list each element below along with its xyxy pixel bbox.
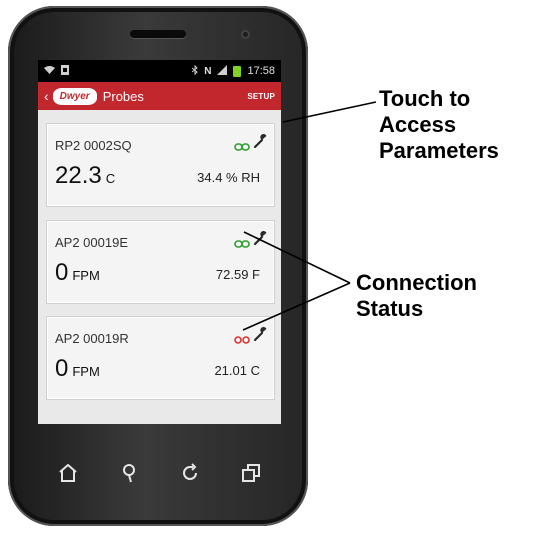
primary-unit: FPM [72, 268, 100, 283]
probe-id: AP2 00019R [55, 331, 129, 346]
primary-unit: FPM [72, 364, 100, 379]
wrench-icon[interactable] [253, 326, 268, 346]
primary-value: 0 [55, 259, 69, 286]
primary-value: 0 [55, 355, 69, 382]
phone-frame: N 17:58 ‹ Dwyer Probes SETUP RP2 0002SQ … [8, 6, 308, 526]
recent-apps-icon[interactable] [236, 458, 266, 488]
wrench-icon[interactable] [253, 230, 268, 250]
wrench-icon[interactable] [253, 133, 268, 153]
search-icon[interactable] [114, 458, 144, 488]
probe-primary-reading: 0 FPM [55, 355, 100, 383]
page-title: Probes [102, 88, 144, 104]
probe-id: RP2 0002SQ [55, 138, 132, 153]
probe-secondary-reading: 34.4 % RH [197, 170, 260, 185]
sim-icon [61, 64, 69, 78]
probe-secondary-reading: 72.59 F [215, 267, 260, 282]
link-icon [234, 138, 250, 156]
status-time: 17:58 [247, 65, 275, 77]
callout-line-3: Parameters [379, 138, 499, 163]
navigation-bar [38, 451, 281, 495]
callout-line-2: Access [379, 112, 457, 137]
wifi-icon [44, 65, 55, 77]
primary-value: 22.3 [55, 162, 102, 189]
broken-link-icon [234, 331, 250, 349]
signal-icon [217, 64, 228, 78]
nfc-icon: N [204, 65, 212, 77]
probe-card-3[interactable]: AP2 00019R 0 FPM 21.01 C [46, 316, 275, 400]
probe-card-1[interactable]: RP2 0002SQ 22.3 C 34.4 % RH [46, 123, 275, 207]
callout-touch-parameters: Touch to Access Parameters [379, 86, 499, 164]
front-camera [241, 30, 250, 39]
home-icon[interactable] [53, 458, 83, 488]
callout-line-1: Connection [356, 270, 477, 295]
callout-line-1: Touch to [379, 86, 471, 111]
primary-unit: C [105, 171, 116, 186]
status-bar: N 17:58 [38, 60, 281, 82]
callout-connection-status: Connection Status [356, 270, 477, 322]
link-icon [234, 235, 250, 253]
setup-button[interactable]: SETUP [247, 92, 275, 101]
brand-logo: Dwyer [52, 87, 97, 105]
app-bar: ‹ Dwyer Probes SETUP [38, 82, 281, 110]
probe-primary-reading: 22.3 C [55, 162, 115, 190]
bluetooth-icon [191, 64, 198, 78]
refresh-icon[interactable] [175, 458, 205, 488]
probe-card-2[interactable]: AP2 00019E 0 FPM 72.59 F [46, 220, 275, 304]
callout-line-2: Status [356, 296, 424, 321]
phone-screen: N 17:58 ‹ Dwyer Probes SETUP RP2 0002SQ … [38, 60, 281, 424]
battery-icon [233, 65, 242, 77]
back-button[interactable]: ‹ [44, 88, 49, 104]
speaker-grille [130, 30, 186, 38]
probe-secondary-reading: 21.01 C [214, 363, 260, 378]
probe-primary-reading: 0 FPM [55, 259, 100, 287]
probe-id: AP2 00019E [55, 235, 129, 250]
